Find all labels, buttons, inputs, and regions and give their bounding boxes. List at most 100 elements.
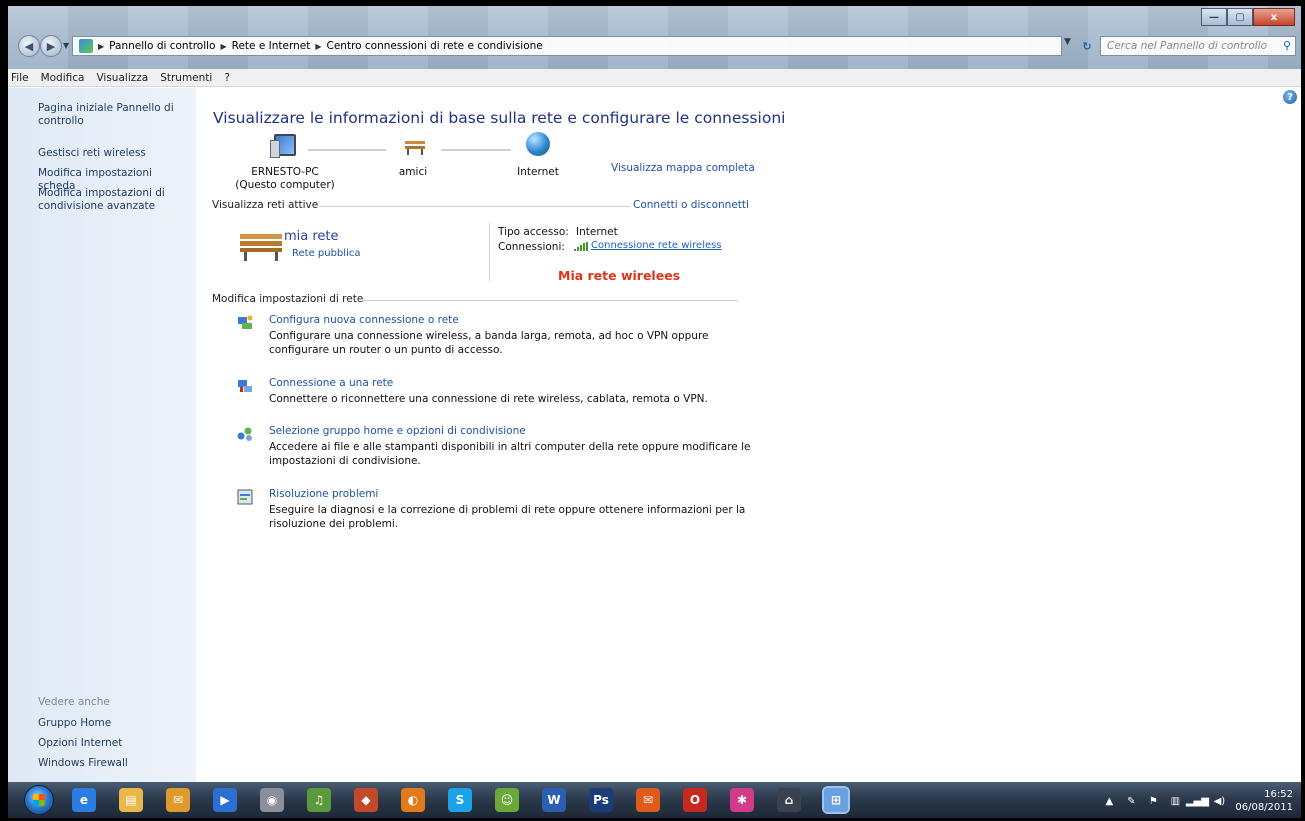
access-type-value: Internet: [576, 226, 618, 238]
active-network-name: mia rete: [284, 229, 339, 244]
page-title: Visualizzare le informazioni di base sul…: [213, 109, 786, 127]
globe-icon: [526, 132, 550, 156]
search-placeholder: Cerca nel Pannello di controllo: [1107, 40, 1268, 52]
breadcrumb-separator-icon: ▶: [98, 41, 105, 51]
sidebar-link-home[interactable]: Pagina iniziale Pannello di controllo: [38, 102, 188, 128]
address-bar[interactable]: ▶ Pannello di controllo ▶ Rete e Interne…: [72, 36, 1062, 56]
browser-icon[interactable]: ◐: [401, 788, 425, 812]
start-button[interactable]: [24, 785, 54, 815]
active-networks-header: Visualizza reti attive: [212, 199, 319, 211]
computer-icon: [270, 134, 296, 158]
skype-icon[interactable]: S: [448, 788, 472, 812]
public-network-bench-icon: [240, 234, 282, 261]
homegroup-icon: [237, 427, 252, 441]
camera-icon[interactable]: ◉: [260, 788, 284, 812]
control-panel-icon[interactable]: ⊞: [822, 786, 850, 814]
minimize-button[interactable]: —: [1201, 8, 1227, 26]
window: — ▢ x ◀ ▶ ▼ ▶ Pannello di controllo ▶ Re…: [8, 6, 1301, 782]
battery-icon[interactable]: ▥: [1169, 795, 1181, 807]
penguin-icon[interactable]: ⌂: [777, 788, 801, 812]
back-button[interactable]: ◀: [18, 35, 40, 57]
messenger-icon[interactable]: ☺: [495, 788, 519, 812]
see-also-homegroup[interactable]: Gruppo Home: [38, 717, 188, 730]
see-also-heading: Vedere anche: [38, 696, 110, 708]
menu-tools[interactable]: Strumenti: [160, 72, 212, 84]
map-connector-line: [308, 149, 386, 151]
wifi-tray-icon[interactable]: ▂▄▆: [1186, 795, 1209, 807]
history-dropdown-icon[interactable]: ▼: [63, 41, 69, 50]
task-homegroup-link[interactable]: Selezione gruppo home e opzioni di condi…: [269, 425, 526, 437]
menu-file[interactable]: File: [11, 72, 29, 84]
clock-time: 16:52: [1264, 789, 1293, 800]
sidebar-link-wireless[interactable]: Gestisci reti wireless: [38, 147, 188, 160]
word-icon[interactable]: W: [542, 788, 566, 812]
internet-node-label: Internet: [517, 166, 559, 178]
wireless-connection-link[interactable]: Connessione rete wireless: [591, 240, 722, 251]
annotation-note: Mia rete wirelees: [558, 268, 681, 283]
close-button[interactable]: x: [1253, 8, 1295, 26]
address-dropdown-icon[interactable]: ▼: [1064, 37, 1071, 47]
main-content: ? Visualizzare le informazioni di base s…: [196, 88, 1301, 782]
forward-button[interactable]: ▶: [40, 35, 62, 57]
photoshop-icon[interactable]: Ps: [589, 788, 613, 812]
view-full-map-link[interactable]: Visualizza mappa completa: [611, 162, 755, 174]
media-player-icon[interactable]: ▶: [213, 788, 237, 812]
breadcrumb-network-center[interactable]: Centro connessioni di rete e condivision…: [327, 40, 543, 52]
map-connector-line: [441, 149, 511, 151]
see-also-internet-options[interactable]: Opzioni Internet: [38, 737, 188, 750]
task-connect-network-desc: Connettere o riconnettere una connession…: [269, 393, 708, 405]
refresh-icon: ↻: [1082, 39, 1092, 53]
show-hidden-icons-icon[interactable]: ▲: [1103, 795, 1115, 807]
opera-icon[interactable]: O: [683, 788, 707, 812]
troubleshoot-icon: [237, 489, 253, 505]
tray-app-icon[interactable]: ✎: [1125, 795, 1137, 807]
sidebar: Pagina iniziale Pannello di controllo Ge…: [8, 88, 196, 782]
computer-sub-label: (Questo computer): [235, 179, 335, 191]
setup-connection-icon: [238, 315, 253, 329]
navigation-bar: ◀ ▶ ▼ ▶ Pannello di controllo ▶ Rete e I…: [8, 35, 1301, 59]
sidebar-link-home-line1: Pagina iniziale Pannello di: [38, 102, 174, 114]
explorer-icon[interactable]: ▤: [119, 788, 143, 812]
refresh-button[interactable]: ↻: [1078, 36, 1096, 56]
pinwheel-icon[interactable]: ✱: [730, 788, 754, 812]
sidebar-link-home-line2: controllo: [38, 115, 84, 127]
game-icon[interactable]: ◆: [354, 788, 378, 812]
menu-view[interactable]: Visualizza: [96, 72, 148, 84]
volume-icon[interactable]: ◀): [1213, 795, 1226, 807]
window-controls: — ▢ x: [1201, 8, 1295, 26]
connections-label: Connessioni:: [498, 241, 565, 253]
task-homegroup-desc: Accedere ai file e alle stampanti dispon…: [269, 441, 751, 467]
menu-edit[interactable]: Modifica: [41, 72, 85, 84]
clock[interactable]: 16:52 06/08/2011: [1235, 788, 1293, 814]
task-troubleshoot-desc: Eseguire la diagnosi e la correzione di …: [269, 504, 746, 530]
see-also-firewall[interactable]: Windows Firewall: [38, 757, 188, 770]
maximize-button[interactable]: ▢: [1227, 8, 1253, 26]
email-icon[interactable]: ✉: [636, 788, 660, 812]
search-icon[interactable]: ⚲: [1283, 39, 1291, 52]
help-icon[interactable]: ?: [1283, 90, 1297, 104]
section-divider: [362, 300, 738, 301]
section-divider: [320, 206, 630, 207]
settings-header: Modifica impostazioni di rete: [212, 293, 364, 305]
task-connect-network-link[interactable]: Connessione a una rete: [269, 377, 393, 389]
sidebar-link-advanced-sharing[interactable]: Modifica impostazioni di condivisione av…: [38, 187, 188, 213]
network-node-label: amici: [398, 166, 428, 178]
menu-bar: File Modifica Visualizza Strumenti ?: [8, 69, 1301, 87]
action-center-flag-icon[interactable]: ⚑: [1147, 795, 1159, 807]
task-troubleshoot-link[interactable]: Risoluzione problemi: [269, 488, 378, 500]
connect-disconnect-link[interactable]: Connetti o disconnetti: [633, 199, 749, 211]
arrow-right-icon: ▶: [46, 39, 56, 53]
sidebar-link-advanced-line2: condivisione avanzate: [38, 200, 156, 212]
breadcrumb-separator-icon: ▶: [315, 41, 322, 51]
task-setup-connection-link[interactable]: Configura nuova connessione o rete: [269, 314, 459, 326]
breadcrumb-network-internet[interactable]: Rete e Internet: [232, 40, 311, 52]
ie-icon[interactable]: e: [72, 788, 96, 812]
access-type-label: Tipo accesso:: [498, 226, 569, 238]
search-input[interactable]: Cerca nel Pannello di controllo ⚲: [1100, 36, 1296, 56]
mail-app-icon[interactable]: ✉: [166, 788, 190, 812]
network-type-link[interactable]: Rete pubblica: [292, 248, 360, 259]
breadcrumb-control-panel[interactable]: Pannello di controllo: [109, 40, 215, 52]
music-app-icon[interactable]: ♫: [307, 788, 331, 812]
connect-network-icon: [238, 380, 252, 392]
menu-help[interactable]: ?: [224, 72, 230, 84]
